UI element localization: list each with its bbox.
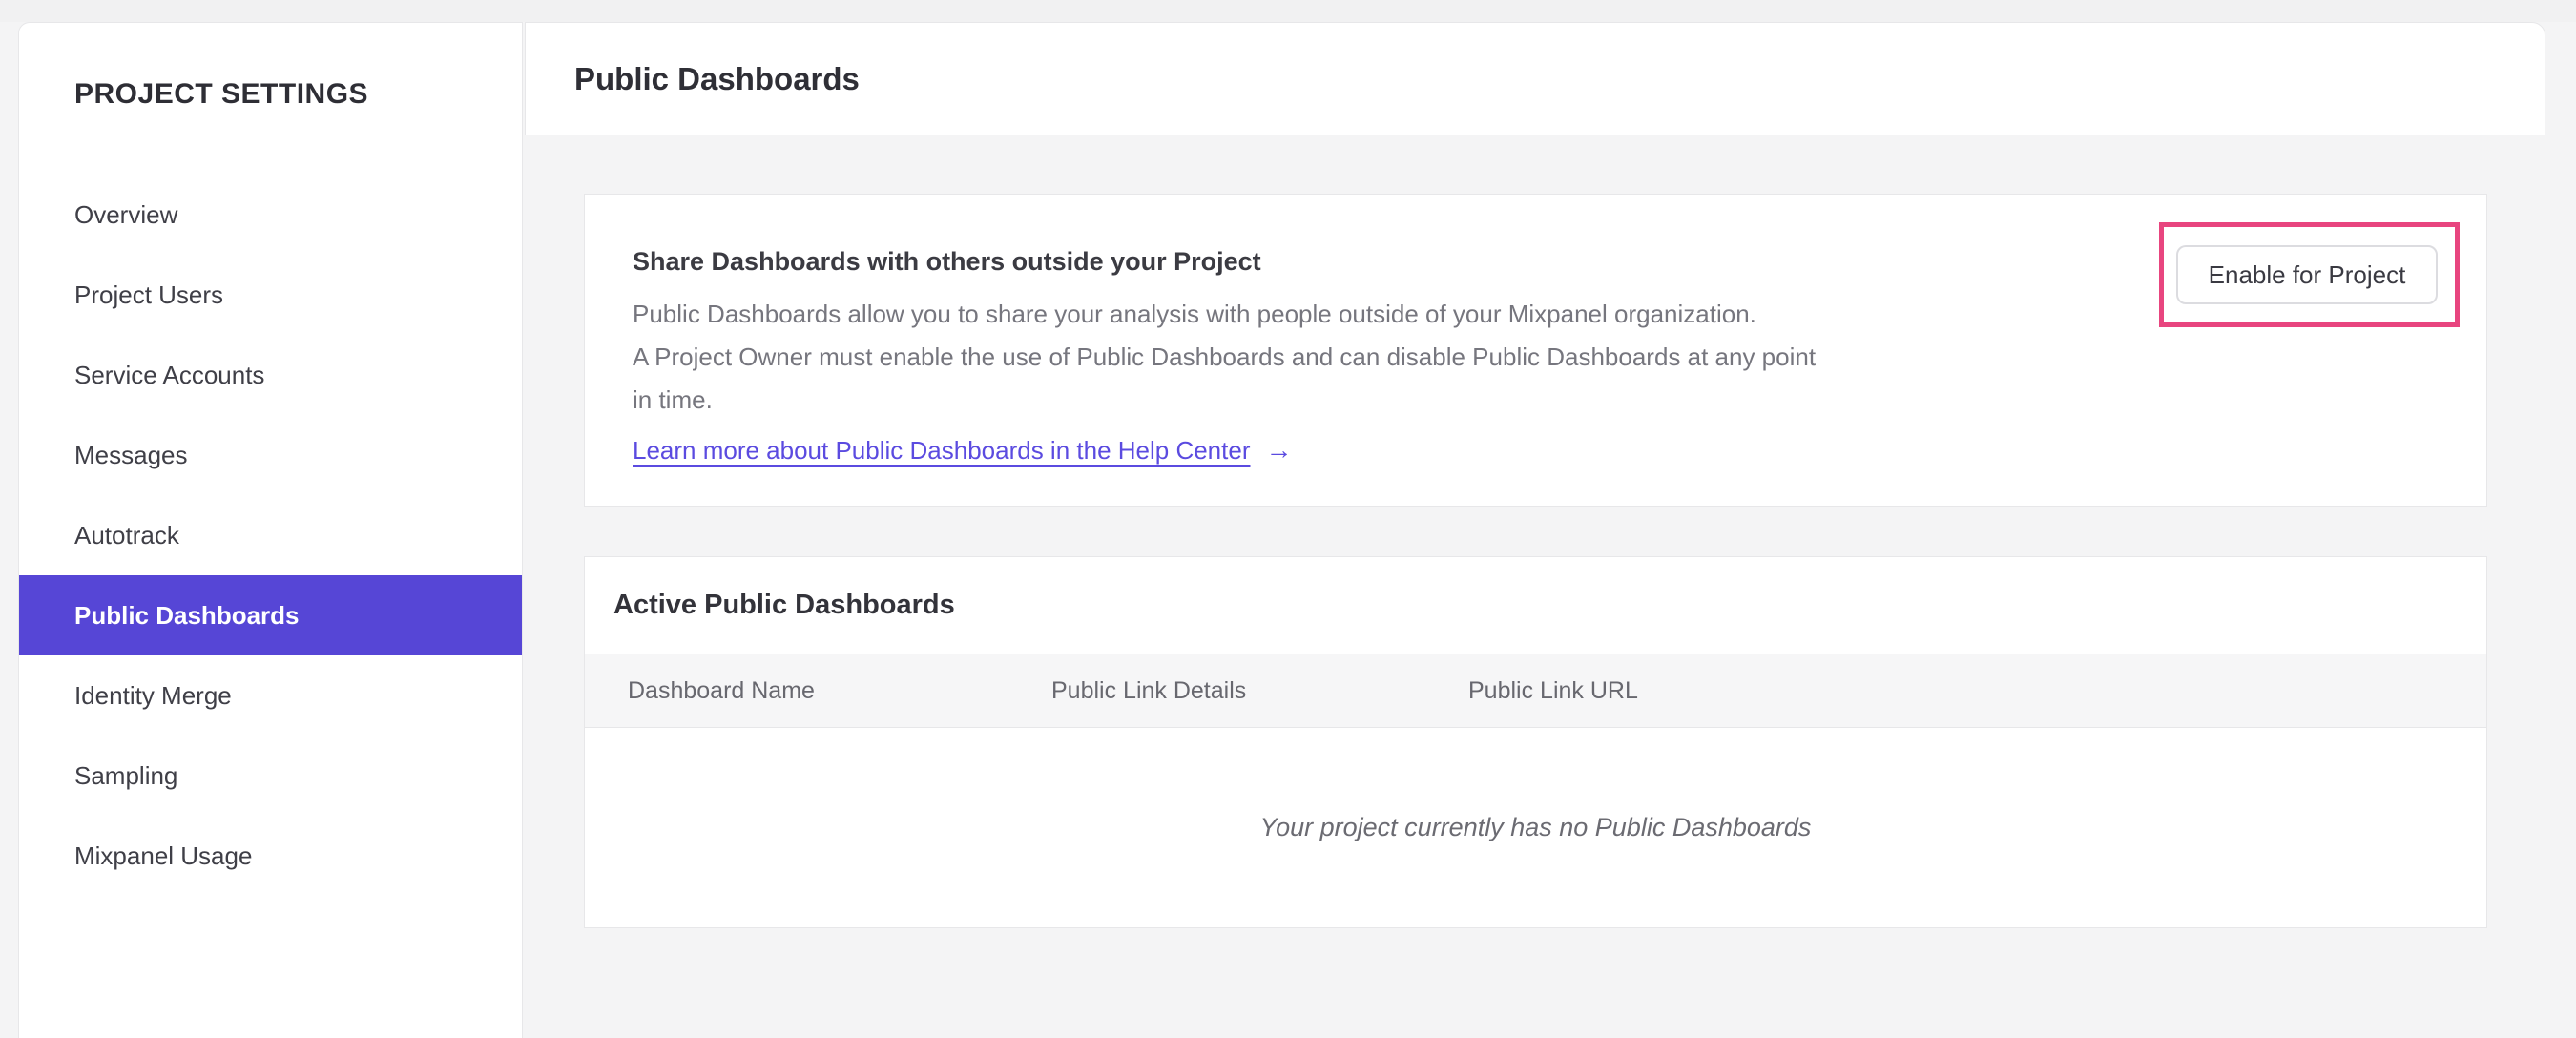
help-center-link[interactable]: Learn more about Public Dashboards in th… <box>633 436 1251 466</box>
sidebar-item-autotrack[interactable]: Autotrack <box>19 495 522 575</box>
arrow-right-icon: → <box>1265 435 1293 465</box>
column-header-public-link-url: Public Link URL <box>1468 676 1638 704</box>
sidebar-item-identity-merge[interactable]: Identity Merge <box>19 655 522 736</box>
column-header-dashboard-name: Dashboard Name <box>628 676 815 704</box>
sidebar-nav: Overview Project Users Service Accounts … <box>19 175 522 896</box>
dashboards-table-empty-state: Your project currently has no Public Das… <box>585 728 2486 927</box>
top-strip <box>0 0 2576 22</box>
sidebar-item-project-users[interactable]: Project Users <box>19 255 522 335</box>
empty-state-message: Your project currently has no Public Das… <box>1259 813 1812 841</box>
help-link-row: Learn more about Public Dashboards in th… <box>633 435 2486 466</box>
sidebar-item-sampling[interactable]: Sampling <box>19 736 522 816</box>
sidebar-title: PROJECT SETTINGS <box>74 78 369 110</box>
page: PROJECT SETTINGS Overview Project Users … <box>0 0 2576 1038</box>
page-header: Public Dashboards <box>525 22 2545 135</box>
active-dashboards-card: Active Public Dashboards Dashboard Name … <box>584 556 2487 928</box>
share-description-line-2: A Project Owner must enable the use of P… <box>633 343 1817 371</box>
column-header-public-link-details: Public Link Details <box>1051 676 1247 704</box>
sidebar-item-overview[interactable]: Overview <box>19 175 522 255</box>
active-card-heading-row: Active Public Dashboards <box>585 557 2486 654</box>
share-card-description: Public Dashboards allow you to share you… <box>633 293 2486 422</box>
active-card-heading: Active Public Dashboards <box>613 590 955 620</box>
sidebar-item-messages[interactable]: Messages <box>19 415 522 495</box>
share-card-content: Share Dashboards with others outside you… <box>585 195 2486 466</box>
sidebar-item-mixpanel-usage[interactable]: Mixpanel Usage <box>19 816 522 896</box>
sidebar-item-service-accounts[interactable]: Service Accounts <box>19 335 522 415</box>
share-dashboards-card: Share Dashboards with others outside you… <box>584 194 2487 507</box>
share-description-line-3: in time. <box>633 385 713 414</box>
dashboards-table-header: Dashboard Name Public Link Details Publi… <box>585 654 2486 728</box>
enable-for-project-button[interactable]: Enable for Project <box>2176 245 2438 304</box>
sidebar: PROJECT SETTINGS Overview Project Users … <box>18 22 523 1038</box>
page-title: Public Dashboards <box>574 60 860 96</box>
sidebar-item-public-dashboards[interactable]: Public Dashboards <box>19 575 522 655</box>
